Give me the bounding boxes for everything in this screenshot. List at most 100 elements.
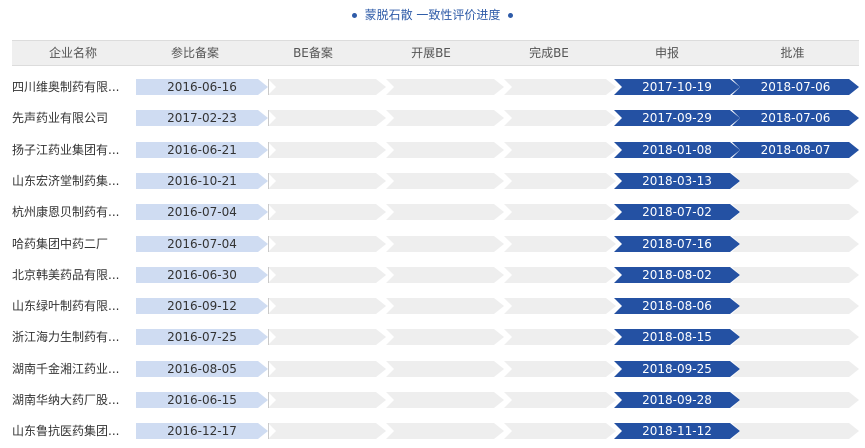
submit-segment: 2018-08-15 (614, 329, 740, 345)
approve-segment-empty (732, 361, 859, 377)
be-filing-segment (268, 236, 386, 252)
company-name: 四川维奥制药有限... (12, 80, 120, 94)
be-filing-segment (268, 79, 386, 95)
submit-segment: 2018-08-06 (614, 298, 740, 314)
company-name: 山东绿叶制药有限... (12, 299, 120, 313)
be-start-segment (386, 142, 504, 158)
header-ref-filing: 参比备案 (170, 46, 219, 60)
approve-segment: 2018-07-06 (732, 79, 859, 95)
submit-segment: 2018-01-08 (614, 142, 740, 158)
company-name: 哈药集团中药二厂 (12, 237, 109, 251)
company-name: 杭州康恩贝制药有... (12, 205, 120, 219)
title-text: 蒙脱石散 一致性评价进度 (364, 8, 501, 22)
header-approve: 批准 (780, 46, 805, 60)
be-filing-segment (268, 423, 386, 439)
submit-segment: 2018-09-28 (614, 392, 740, 408)
submit-segment: 2018-11-12 (614, 423, 740, 439)
segment-divider (268, 236, 269, 252)
bullet-icon (508, 13, 514, 18)
table-row: 湖南千金湘江药业... 2016-08-05 2018-09-25 (0, 359, 865, 379)
ref-filing-segment: 2016-09-12 (136, 298, 268, 314)
table-row: 扬子江药业集团有... 2016-06-21 2018-01-08 2018-08-0… (0, 140, 865, 160)
be-start-segment (386, 423, 504, 439)
company-name: 湖南华纳大药厂股... (12, 393, 120, 407)
approve-segment: 2018-07-06 (732, 110, 859, 126)
submit-segment: 2017-10-19 (614, 79, 740, 95)
ref-filing-segment: 2016-06-15 (136, 392, 268, 408)
segment-divider (268, 267, 269, 283)
segment-divider (268, 173, 269, 189)
be-complete-segment (504, 204, 616, 220)
ref-filing-segment: 2016-06-30 (136, 267, 268, 283)
approve-segment-empty (732, 298, 859, 314)
header-submit: 申报 (654, 46, 679, 60)
header-be-filing: BE备案 (293, 46, 333, 60)
segment-divider (268, 79, 269, 95)
company-name: 扬子江药业集团有... (12, 143, 120, 157)
be-start-segment (386, 267, 504, 283)
be-start-segment (386, 236, 504, 252)
be-complete-segment (504, 173, 616, 189)
table-row: 山东绿叶制药有限... 2016-09-12 2018-08-06 (0, 296, 865, 316)
ref-filing-segment: 2016-07-04 (136, 204, 268, 220)
table-header: 企业名称 参比备案 BE备案 开展BE 完成BE 申报 批准 (12, 40, 859, 66)
ref-filing-segment: 2017-02-23 (136, 110, 268, 126)
company-name: 湖南千金湘江药业... (12, 362, 120, 376)
be-filing-segment (268, 298, 386, 314)
be-complete-segment (504, 79, 616, 95)
segment-divider (268, 392, 269, 408)
submit-segment: 2017-09-29 (614, 110, 740, 126)
submit-segment: 2018-07-02 (614, 204, 740, 220)
ref-filing-segment: 2016-06-21 (136, 142, 268, 158)
be-start-segment (386, 79, 504, 95)
be-complete-segment (504, 329, 616, 345)
be-start-segment (386, 329, 504, 345)
segment-divider (268, 142, 269, 158)
approve-segment-empty (732, 173, 859, 189)
approve-segment-empty (732, 236, 859, 252)
be-complete-segment (504, 110, 616, 126)
company-name: 山东宏济堂制药集... (12, 174, 120, 188)
be-filing-segment (268, 173, 386, 189)
approve-segment-empty (732, 329, 859, 345)
table-row: 北京韩美药品有限... 2016-06-30 2018-08-02 (0, 265, 865, 285)
table-row: 杭州康恩贝制药有... 2016-07-04 2018-07-02 (0, 202, 865, 222)
table-row: 哈药集团中药二厂 2016-07-04 2018-07-16 (0, 234, 865, 254)
chart-title: 蒙脱石散 一致性评价进度 (0, 6, 865, 23)
table-row: 湖南华纳大药厂股... 2016-06-15 2018-09-28 (0, 390, 865, 410)
be-start-segment (386, 298, 504, 314)
table-row: 先声药业有限公司 2017-02-23 2017-09-29 2018-07-06 (0, 108, 865, 128)
be-filing-segment (268, 267, 386, 283)
segment-divider (268, 329, 269, 345)
submit-segment: 2018-03-13 (614, 173, 740, 189)
be-filing-segment (268, 204, 386, 220)
segment-divider (268, 298, 269, 314)
header-company: 企业名称 (48, 46, 97, 60)
segment-divider (268, 110, 269, 126)
be-start-segment (386, 173, 504, 189)
be-complete-segment (504, 361, 616, 377)
be-filing-segment (268, 329, 386, 345)
approve-segment-empty (732, 204, 859, 220)
company-name: 北京韩美药品有限... (12, 268, 120, 282)
approve-segment-empty (732, 423, 859, 439)
header-be-complete: 完成BE (529, 46, 569, 60)
approve-segment: 2018-08-07 (732, 142, 859, 158)
approve-segment-empty (732, 392, 859, 408)
be-start-segment (386, 392, 504, 408)
header-be-start: 开展BE (411, 46, 451, 60)
company-name: 山东鲁抗医药集团... (12, 424, 120, 438)
be-complete-segment (504, 298, 616, 314)
be-filing-segment (268, 110, 386, 126)
ref-filing-segment: 2016-07-04 (136, 236, 268, 252)
be-start-segment (386, 361, 504, 377)
ref-filing-segment: 2016-10-21 (136, 173, 268, 189)
segment-divider (268, 423, 269, 439)
be-filing-segment (268, 361, 386, 377)
approve-segment-empty (732, 267, 859, 283)
be-filing-segment (268, 142, 386, 158)
company-name: 浙江海力生制药有... (12, 330, 120, 344)
submit-segment: 2018-07-16 (614, 236, 740, 252)
submit-segment: 2018-08-02 (614, 267, 740, 283)
ref-filing-segment: 2016-06-16 (136, 79, 268, 95)
